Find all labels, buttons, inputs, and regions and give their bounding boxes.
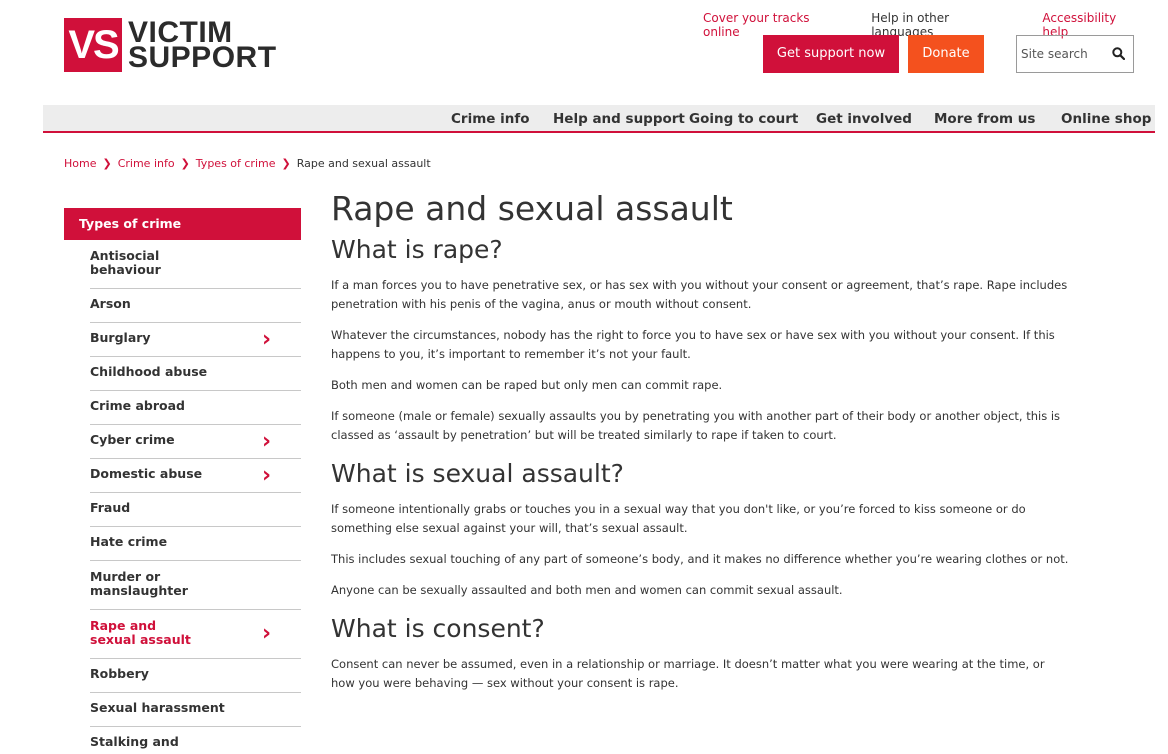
sidebar-item-label: Burglary (90, 330, 151, 345)
sidebar-item-label: Domestic abuse (90, 466, 203, 481)
nav-online-shop[interactable]: Online shop (1061, 105, 1151, 133)
paragraph: This includes sexual touching of any par… (331, 552, 1069, 566)
chevron-right-icon[interactable]: › (262, 464, 271, 486)
paragraph: Whatever the circumstances, nobody has t… (331, 328, 1055, 361)
page-title: Rape and sexual assault (331, 189, 733, 228)
main-nav: Crime info Help and support Going to cou… (43, 105, 1155, 133)
sidebar-item-label: Sexual harassment (90, 700, 225, 715)
chevron-right-icon: ❯ (102, 157, 112, 170)
paragraph: If a man forces you to have penetrative … (331, 278, 1068, 311)
sidebar-item-label: Rape and sexual assault (90, 618, 191, 647)
site-search (1016, 35, 1134, 73)
sidebar-item-label: Arson (90, 296, 131, 311)
sidebar-item-label: Crime abroad (90, 398, 185, 413)
chevron-right-icon: ❯ (180, 157, 190, 170)
sidebar-item-label: Robbery (90, 666, 149, 681)
breadcrumb-crime-info[interactable]: Crime info (118, 157, 175, 170)
section-heading: What is consent? (331, 614, 545, 643)
paragraph: Anyone can be sexually assaulted and bot… (331, 583, 843, 597)
breadcrumb-types-of-crime[interactable]: Types of crime (196, 157, 276, 170)
search-input[interactable] (1021, 47, 1101, 61)
breadcrumb-current: Rape and sexual assault (296, 157, 431, 170)
sidebar-item-murder-or-manslaughter[interactable]: Murder or manslaughter (90, 561, 301, 610)
logo-line-2: SUPPORT (128, 41, 277, 74)
sidebar-item-burglary[interactable]: Burglary › (90, 323, 301, 357)
nav-crime-info[interactable]: Crime info (451, 105, 530, 133)
paragraph: If someone intentionally grabs or touche… (331, 502, 1026, 535)
sidebar-item-arson[interactable]: Arson (90, 289, 301, 323)
chevron-right-icon[interactable]: › (262, 430, 271, 452)
article-body: What is rape? If a man forces you to have… (331, 233, 1071, 693)
sidebar-heading[interactable]: Types of crime (64, 208, 301, 240)
sidebar-item-label: Cyber crime (90, 432, 175, 447)
sidebar-item-antisocial-behaviour[interactable]: Antisocial behaviour (90, 240, 301, 289)
sidebar-item-label: Childhood abuse (90, 364, 208, 379)
sidebar-list: Antisocial behaviour Arson Burglary › Childh… (64, 240, 301, 754)
sidebar-item-label: Stalking and (90, 734, 179, 749)
breadcrumb: Home ❯ Crime info ❯ Types of crime ❯ Rap… (64, 157, 431, 170)
logo-mark: VS (64, 18, 122, 72)
sidebar-item-label: Antisocial behaviour (90, 248, 161, 277)
chevron-right-icon: ❯ (281, 157, 291, 170)
section-heading: What is sexual assault? (331, 459, 624, 488)
site-logo[interactable]: VS VICTIM SUPPORT (64, 18, 277, 74)
sidebar-item-hate-crime[interactable]: Hate crime (90, 527, 301, 561)
sidebar: Types of crime Antisocial behaviour Arson… (64, 208, 301, 754)
sidebar-item-domestic-abuse[interactable]: Domestic abuse › (90, 459, 301, 493)
nav-get-involved[interactable]: Get involved (816, 105, 912, 133)
paragraph: Consent can never be assumed, even in a … (331, 657, 1045, 690)
logo-wordmark: VICTIM SUPPORT (128, 18, 277, 74)
sidebar-item-label: Fraud (90, 500, 131, 515)
sidebar-item-fraud[interactable]: Fraud (90, 493, 301, 527)
get-support-button[interactable]: Get support now (763, 35, 899, 73)
sidebar-item-cyber-crime[interactable]: Cyber crime › (90, 425, 301, 459)
nav-going-to-court[interactable]: Going to court (689, 105, 798, 133)
sidebar-item-rape-and-sexual-assault[interactable]: Rape and sexual assault › (90, 610, 301, 659)
sidebar-item-robbery[interactable]: Robbery (90, 659, 301, 693)
sidebar-item-sexual-harassment[interactable]: Sexual harassment (90, 693, 301, 727)
sidebar-item-childhood-abuse[interactable]: Childhood abuse (90, 357, 301, 391)
search-icon[interactable] (1112, 45, 1126, 64)
chevron-right-icon[interactable]: › (262, 328, 271, 350)
nav-more-from-us[interactable]: More from us (934, 105, 1035, 133)
sidebar-item-crime-abroad[interactable]: Crime abroad (90, 391, 301, 425)
breadcrumb-home[interactable]: Home (64, 157, 96, 170)
nav-help-and-support[interactable]: Help and support (553, 105, 685, 133)
section-heading: What is rape? (331, 235, 503, 264)
chevron-right-icon[interactable]: › (262, 623, 271, 645)
paragraph: If someone (male or female) sexually ass… (331, 409, 1061, 442)
sidebar-item-label: Hate crime (90, 534, 168, 549)
article: Rape and sexual assault What is rape? If … (331, 185, 1071, 705)
sidebar-item-label: Murder or manslaughter (90, 569, 188, 598)
paragraph: Both men and women can be raped but only… (331, 378, 723, 392)
donate-button[interactable]: Donate (908, 35, 984, 73)
sidebar-item-stalking-and[interactable]: Stalking and (90, 727, 301, 754)
